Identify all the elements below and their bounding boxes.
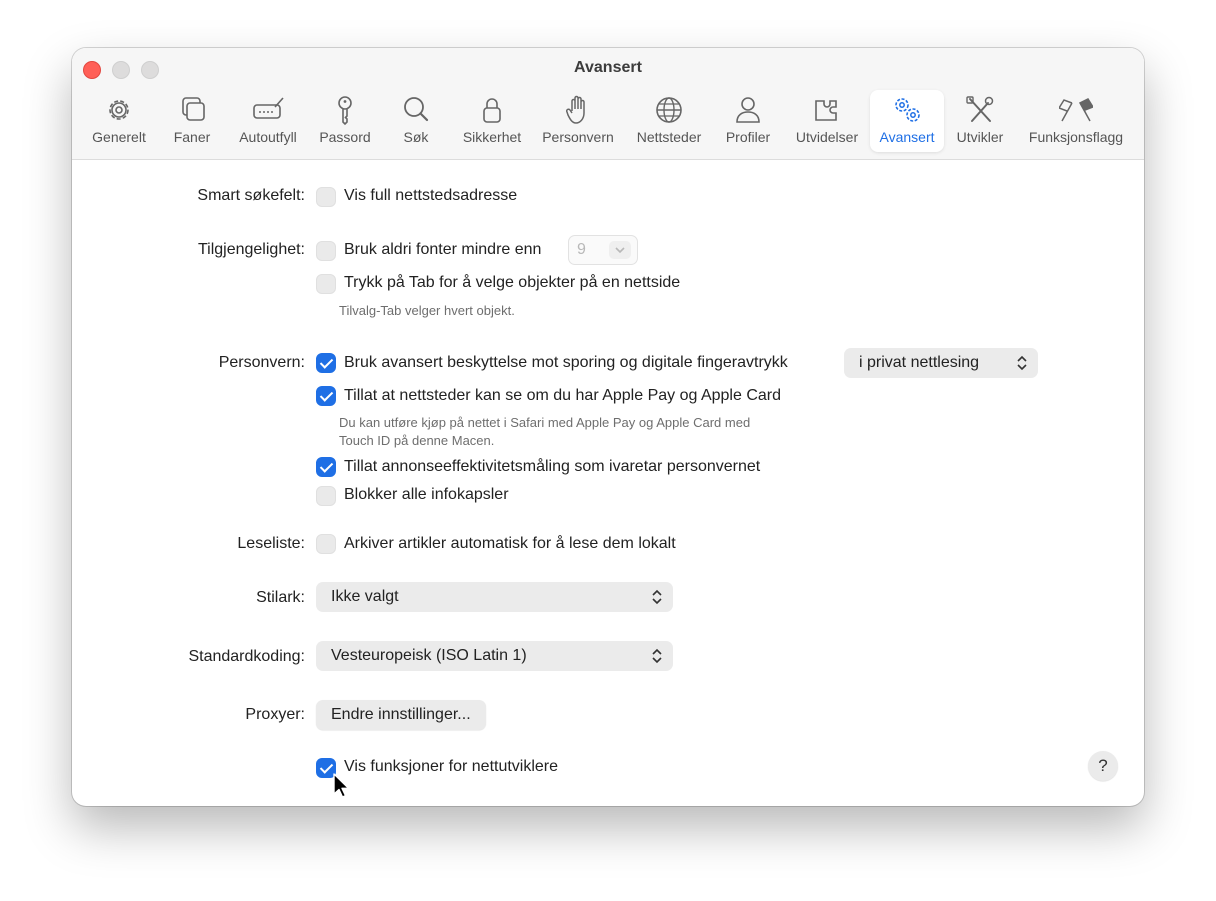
block-cookies-checkbox[interactable] bbox=[316, 486, 336, 506]
tab-sok[interactable]: Søk bbox=[390, 90, 442, 152]
archive-articles-checkbox[interactable] bbox=[316, 534, 336, 554]
tools-icon bbox=[966, 96, 994, 122]
tab-label: Generelt bbox=[92, 129, 146, 145]
tab-nettsteder[interactable]: Nettsteder bbox=[630, 90, 708, 152]
encoding-value: Vesteuropeisk (ISO Latin 1) bbox=[331, 647, 527, 664]
tab-label: Utvikler bbox=[956, 129, 1004, 145]
min-font-label: Bruk aldri fonter mindre enn bbox=[344, 241, 542, 258]
search-icon bbox=[404, 97, 429, 122]
tab-label: Avansert bbox=[879, 129, 935, 145]
help-button[interactable]: ? bbox=[1088, 751, 1118, 781]
tab-highlight-checkbox[interactable] bbox=[316, 274, 336, 294]
puzzle-icon bbox=[815, 100, 837, 121]
advanced-tracking-label: Bruk avansert beskyttelse mot sporing og… bbox=[344, 354, 788, 371]
tab-utvidelser[interactable]: Utvidelser bbox=[788, 90, 866, 152]
chevron-down-icon bbox=[609, 241, 631, 259]
gears-icon bbox=[895, 98, 920, 122]
tab-label: Faner bbox=[173, 129, 211, 145]
ad-measurement-checkbox[interactable] bbox=[316, 457, 336, 477]
tab-generelt[interactable]: Generelt bbox=[86, 90, 152, 152]
tracking-mode-popup[interactable]: i privat nettlesing bbox=[844, 348, 1038, 378]
updown-chevron-icon bbox=[1017, 355, 1027, 371]
autofill-icon bbox=[253, 97, 284, 119]
tab-passord[interactable]: Passord bbox=[314, 90, 376, 152]
key-icon bbox=[338, 96, 352, 126]
lock-icon bbox=[483, 98, 501, 123]
tab-label: Søk bbox=[403, 129, 429, 145]
stylesheet-label: Stilark: bbox=[256, 589, 305, 606]
min-font-size-value: 9 bbox=[577, 241, 586, 258]
block-cookies-label: Blokker alle infokapsler bbox=[344, 486, 509, 503]
tab-profiler[interactable]: Profiler bbox=[718, 90, 778, 152]
flags-icon bbox=[1059, 98, 1093, 122]
archive-articles-label: Arkiver artikler automatisk for å lese d… bbox=[344, 535, 676, 552]
updown-chevron-icon bbox=[652, 648, 662, 664]
preferences-window: Avansert Generelt Faner Autoutfyll Passo… bbox=[72, 48, 1144, 806]
mouse-pointer-icon bbox=[333, 773, 350, 798]
globe-icon bbox=[656, 97, 682, 123]
tracking-mode-value: i privat nettlesing bbox=[859, 354, 980, 371]
min-font-size-select[interactable]: 9 bbox=[568, 235, 638, 265]
stylesheet-popup[interactable]: Ikke valgt bbox=[316, 582, 673, 612]
window-title: Avansert bbox=[574, 59, 642, 76]
tabs-icon bbox=[182, 97, 205, 121]
apple-pay-checkbox[interactable] bbox=[316, 386, 336, 406]
apple-pay-hint-line1: Du kan utføre kjøp på nettet i Safari me… bbox=[339, 415, 751, 430]
show-full-address-checkbox[interactable] bbox=[316, 187, 336, 207]
tab-label: Profiler bbox=[725, 129, 771, 145]
tab-label: Personvern bbox=[542, 129, 614, 145]
accessibility-label: Tilgjengelighet: bbox=[197, 241, 305, 258]
tab-label: Passord bbox=[319, 129, 371, 145]
tab-label: Autoutfyll bbox=[239, 129, 297, 145]
encoding-label: Standardkoding: bbox=[188, 648, 305, 665]
tab-autoutfyll[interactable]: Autoutfyll bbox=[232, 90, 304, 152]
tab-faner[interactable]: Faner bbox=[164, 90, 220, 152]
min-font-checkbox[interactable] bbox=[316, 241, 336, 261]
tab-label: Funksjonsflagg bbox=[1028, 129, 1124, 145]
tab-highlight-label: Trykk på Tab for å velge objekter på en … bbox=[344, 274, 681, 291]
tab-avansert[interactable]: Avansert bbox=[870, 90, 944, 152]
smart-search-label: Smart søkefelt: bbox=[197, 187, 305, 204]
gear-icon bbox=[109, 100, 129, 120]
tab-funksjonsflagg[interactable]: Funksjonsflagg bbox=[1022, 90, 1130, 152]
show-full-address-label: Vis full nettstedsadresse bbox=[344, 187, 518, 204]
updown-chevron-icon bbox=[652, 589, 662, 605]
tab-label: Sikkerhet bbox=[462, 129, 522, 145]
ad-measurement-label: Tillat annonseeffektivitetsmåling som iv… bbox=[344, 458, 761, 475]
person-icon bbox=[736, 97, 760, 123]
tab-label: Utvidelser bbox=[795, 129, 859, 145]
proxies-label: Proxyer: bbox=[245, 706, 305, 723]
titlebar: Avansert Generelt Faner Autoutfyll Passo… bbox=[72, 48, 1144, 160]
stylesheet-value: Ikke valgt bbox=[331, 588, 399, 605]
hand-icon bbox=[565, 95, 585, 124]
tab-label: Nettsteder bbox=[636, 129, 702, 145]
tab-sikkerhet[interactable]: Sikkerhet bbox=[456, 90, 528, 152]
show-developer-features-label: Vis funksjoner for nettutviklere bbox=[344, 758, 559, 775]
tab-utvikler[interactable]: Utvikler bbox=[950, 90, 1010, 152]
privacy-label: Personvern: bbox=[218, 354, 305, 371]
encoding-popup[interactable]: Vesteuropeisk (ISO Latin 1) bbox=[316, 641, 673, 671]
change-settings-button[interactable]: Endre innstillinger... bbox=[316, 700, 486, 730]
apple-pay-label: Tillat at nettsteder kan se om du har Ap… bbox=[344, 387, 781, 404]
apple-pay-hint-line2: Touch ID på denne Macen. bbox=[339, 433, 495, 448]
tab-hint: Tilvalg-Tab velger hvert objekt. bbox=[339, 303, 515, 318]
tab-personvern[interactable]: Personvern bbox=[536, 90, 620, 152]
advanced-tracking-checkbox[interactable] bbox=[316, 353, 336, 373]
reading-list-label: Leseliste: bbox=[237, 535, 305, 552]
